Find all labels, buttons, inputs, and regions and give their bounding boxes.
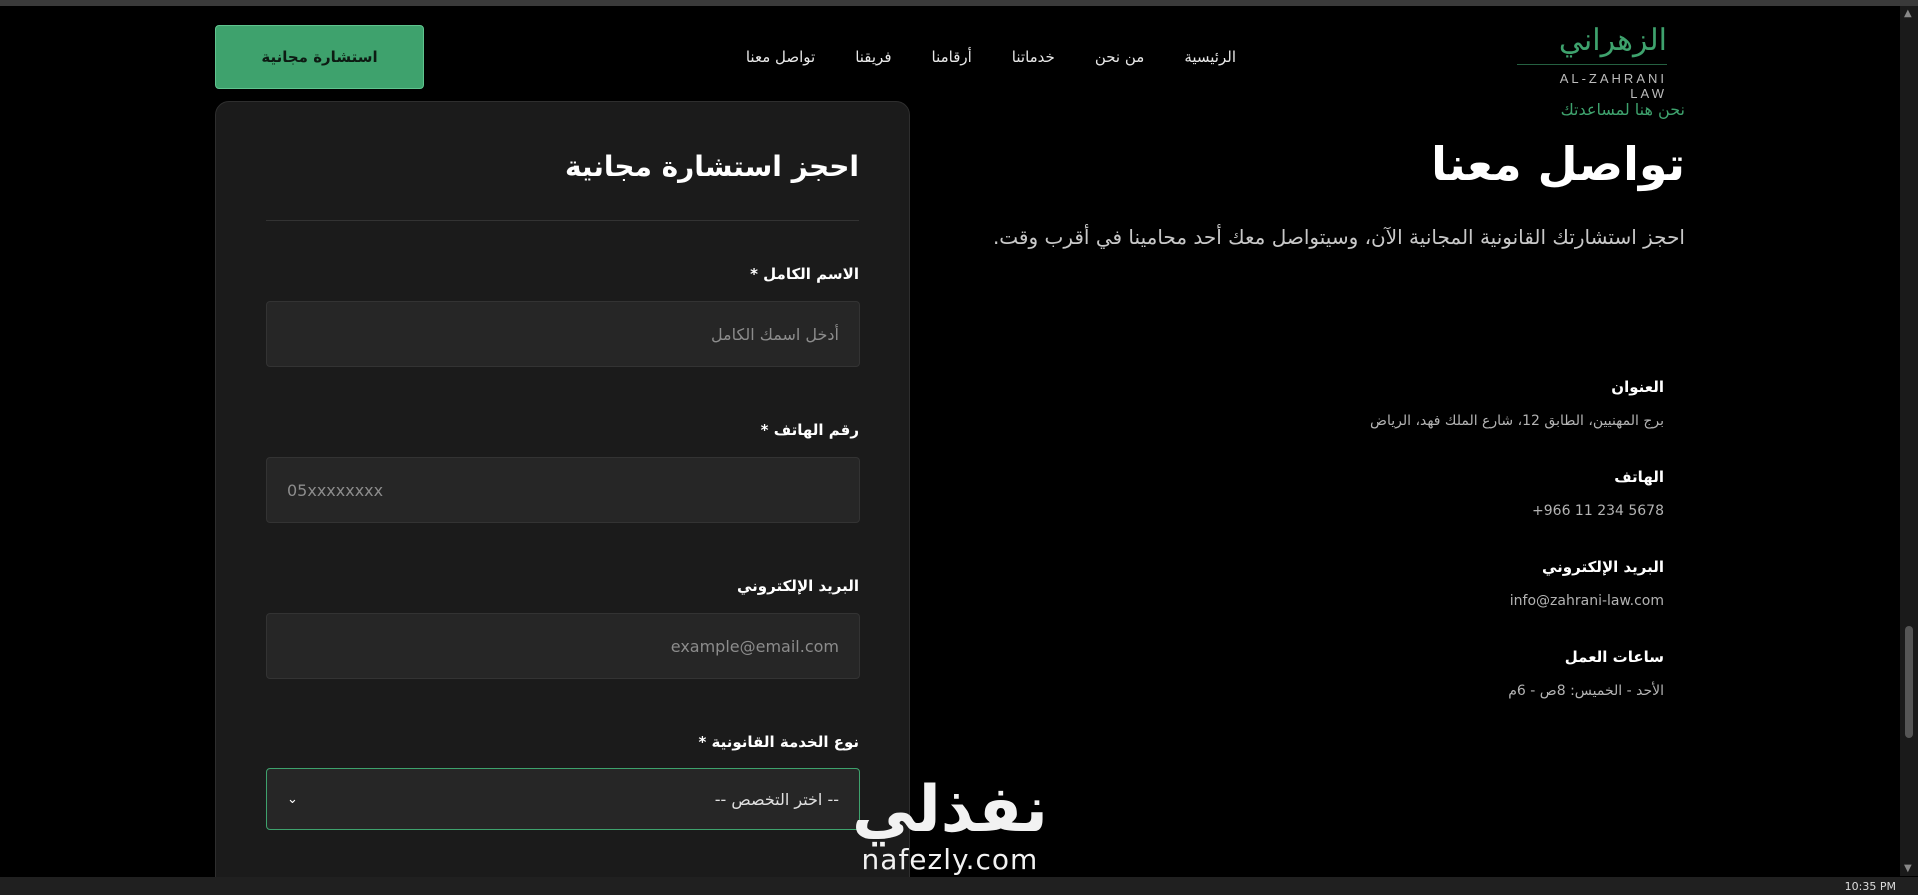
scroll-up-icon[interactable]: ▲ [1904, 8, 1912, 19]
section-kicker: نحن هنا لمساعدتك [1560, 100, 1685, 119]
contact-address: العنوان برج المهنيين، الطابق 12، شارع ال… [1064, 377, 1664, 431]
free-consultation-button[interactable]: استشارة مجانية [215, 25, 424, 89]
contact-details: العنوان برج المهنيين، الطابق 12، شارع ال… [1064, 377, 1664, 737]
form-title: احجز استشارة مجانية [564, 150, 859, 183]
scroll-down-icon[interactable]: ▼ [1904, 863, 1912, 874]
scroll-thumb[interactable] [1905, 626, 1913, 738]
chevron-down-icon: ⌄ [287, 791, 298, 807]
phone-label: رقم الهاتف * [760, 421, 859, 439]
section-lead: احجز استشارتك القانونية المجانية الآن، و… [992, 225, 1685, 249]
contact-hours: ساعات العمل الأحد - الخميس: 8ص - 6م [1064, 647, 1664, 701]
contact-label: ساعات العمل [1564, 648, 1664, 666]
contact-label: الهاتف [1614, 468, 1664, 486]
nav-home[interactable]: الرئيسية [1184, 48, 1236, 66]
nav-services[interactable]: خدماتنا [1012, 48, 1055, 66]
service-label: نوع الخدمة القانونية * [698, 733, 859, 751]
contact-value[interactable]: +966 11 234 5678 [1064, 501, 1664, 521]
nav-team[interactable]: فريقنا [855, 48, 891, 66]
contact-label: العنوان [1611, 378, 1664, 396]
service-select-value: -- اختر التخصص -- [714, 789, 839, 809]
contact-value[interactable]: info@zahrani-law.com [1064, 591, 1664, 611]
contact-value: برج المهنيين، الطابق 12، شارع الملك فهد،… [1370, 413, 1664, 429]
consultation-form-card: احجز استشارة مجانية الاسم الكامل * أدخل … [215, 101, 910, 895]
logo-english: AL-ZAHRANI LAW [1559, 71, 1667, 101]
watermark: نفذلي nafezly.com [852, 775, 1048, 875]
email-label: البريد الإلكتروني [737, 577, 859, 595]
section-title: تواصل معنا [1431, 137, 1685, 191]
nav-stats[interactable]: أرقامنا [932, 48, 972, 66]
page-scrollbar[interactable]: ▲ ▼ [1900, 6, 1918, 876]
logo-divider [1517, 64, 1667, 65]
contact-info-section: نحن هنا لمساعدتك تواصل معنا احجز استشارت… [985, 100, 1685, 699]
nav-about[interactable]: من نحن [1095, 48, 1145, 66]
email-input[interactable]: example@email.com [266, 613, 860, 679]
main-nav: الرئيسية من نحن خدماتنا أرقامنا فريقنا ت… [746, 48, 1236, 66]
name-label: الاسم الكامل * [750, 265, 859, 283]
form-divider [266, 220, 859, 221]
contact-phone: الهاتف +966 11 234 5678 [1064, 467, 1664, 521]
contact-value: الأحد - الخميس: 8ص - 6م [1508, 683, 1664, 699]
logo-arabic: الزهراني [1558, 23, 1667, 58]
site-header: الزهراني AL-ZAHRANI LAW الرئيسية من نحن … [0, 6, 1900, 101]
contact-email: البريد الإلكتروني info@zahrani-law.com [1064, 557, 1664, 611]
contact-label: البريد الإلكتروني [1542, 558, 1664, 576]
nav-contact[interactable]: تواصل معنا [746, 48, 815, 66]
name-input[interactable]: أدخل اسمك الكامل [266, 301, 860, 367]
taskbar-clock: 10:35 PM [1844, 880, 1896, 893]
logo[interactable]: الزهراني AL-ZAHRANI LAW [1517, 20, 1667, 101]
phone-input[interactable]: 05xxxxxxxx [266, 457, 860, 523]
taskbar: 10:35 PM [0, 877, 1918, 895]
service-select[interactable]: -- اختر التخصص -- ⌄ [266, 768, 860, 830]
watermark-arabic: نفذلي [852, 773, 1048, 847]
watermark-english: nafezly.com [861, 843, 1039, 876]
